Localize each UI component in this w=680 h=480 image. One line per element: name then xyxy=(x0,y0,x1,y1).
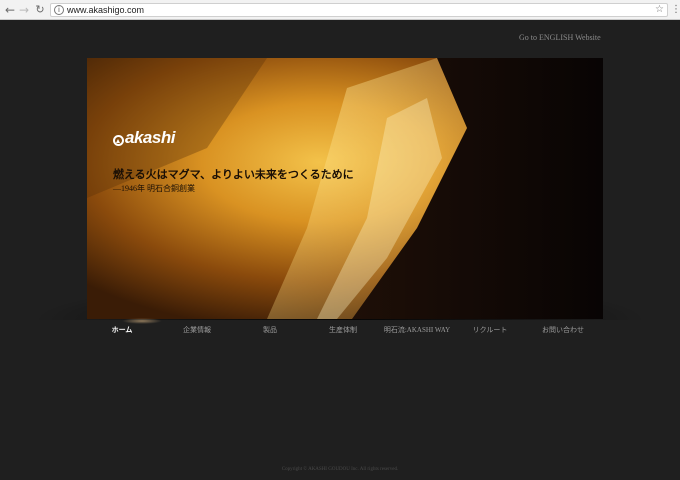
bookmark-star-icon[interactable]: ☆ xyxy=(655,4,664,16)
main-nav: ホーム 企業情報 製品 生産体制 明石流:AKASHI WAY リクルート お問… xyxy=(87,323,603,337)
hero-tagline: 燃える火はマグマ、よりよい未来をつくるために xyxy=(113,169,354,181)
logo-mark-icon xyxy=(113,135,124,146)
footer-copyright: Copyright © AKASHI GOUDOU Inc. All right… xyxy=(281,467,399,472)
forward-icon[interactable]: → xyxy=(18,3,30,17)
hero-image: akashi 燃える火はマグマ、よりよい未来をつくるために ―1946年 明石合… xyxy=(87,58,603,319)
browser-toolbar: ← → ↻ i www.akashigo.com ☆ ⋮ xyxy=(0,0,680,20)
reload-icon[interactable]: ↻ xyxy=(34,3,46,17)
logo-text: akashi xyxy=(125,128,175,147)
back-icon[interactable]: ← xyxy=(4,3,16,17)
nav-item-home[interactable]: ホーム xyxy=(112,323,133,337)
info-icon[interactable]: i xyxy=(54,5,64,15)
nav-item-recruit[interactable]: リクルート xyxy=(473,323,508,337)
kebab-menu-icon[interactable]: ⋮ xyxy=(671,3,680,17)
nav-item-products[interactable]: 製品 xyxy=(263,323,277,337)
nav-item-production[interactable]: 生産体制 xyxy=(329,323,357,337)
url-text[interactable]: www.akashigo.com xyxy=(67,4,144,16)
nav-item-akashi-way[interactable]: 明石流:AKASHI WAY xyxy=(384,323,450,337)
english-site-link[interactable]: Go to ENGLISH Website xyxy=(519,33,601,42)
address-bar[interactable]: i www.akashigo.com ☆ xyxy=(50,3,668,17)
nav-item-company[interactable]: 企業情報 xyxy=(183,323,211,337)
nav-item-contact[interactable]: お問い合わせ xyxy=(542,323,584,337)
hero-subline: ―1946年 明石合銅創業 xyxy=(113,184,195,193)
